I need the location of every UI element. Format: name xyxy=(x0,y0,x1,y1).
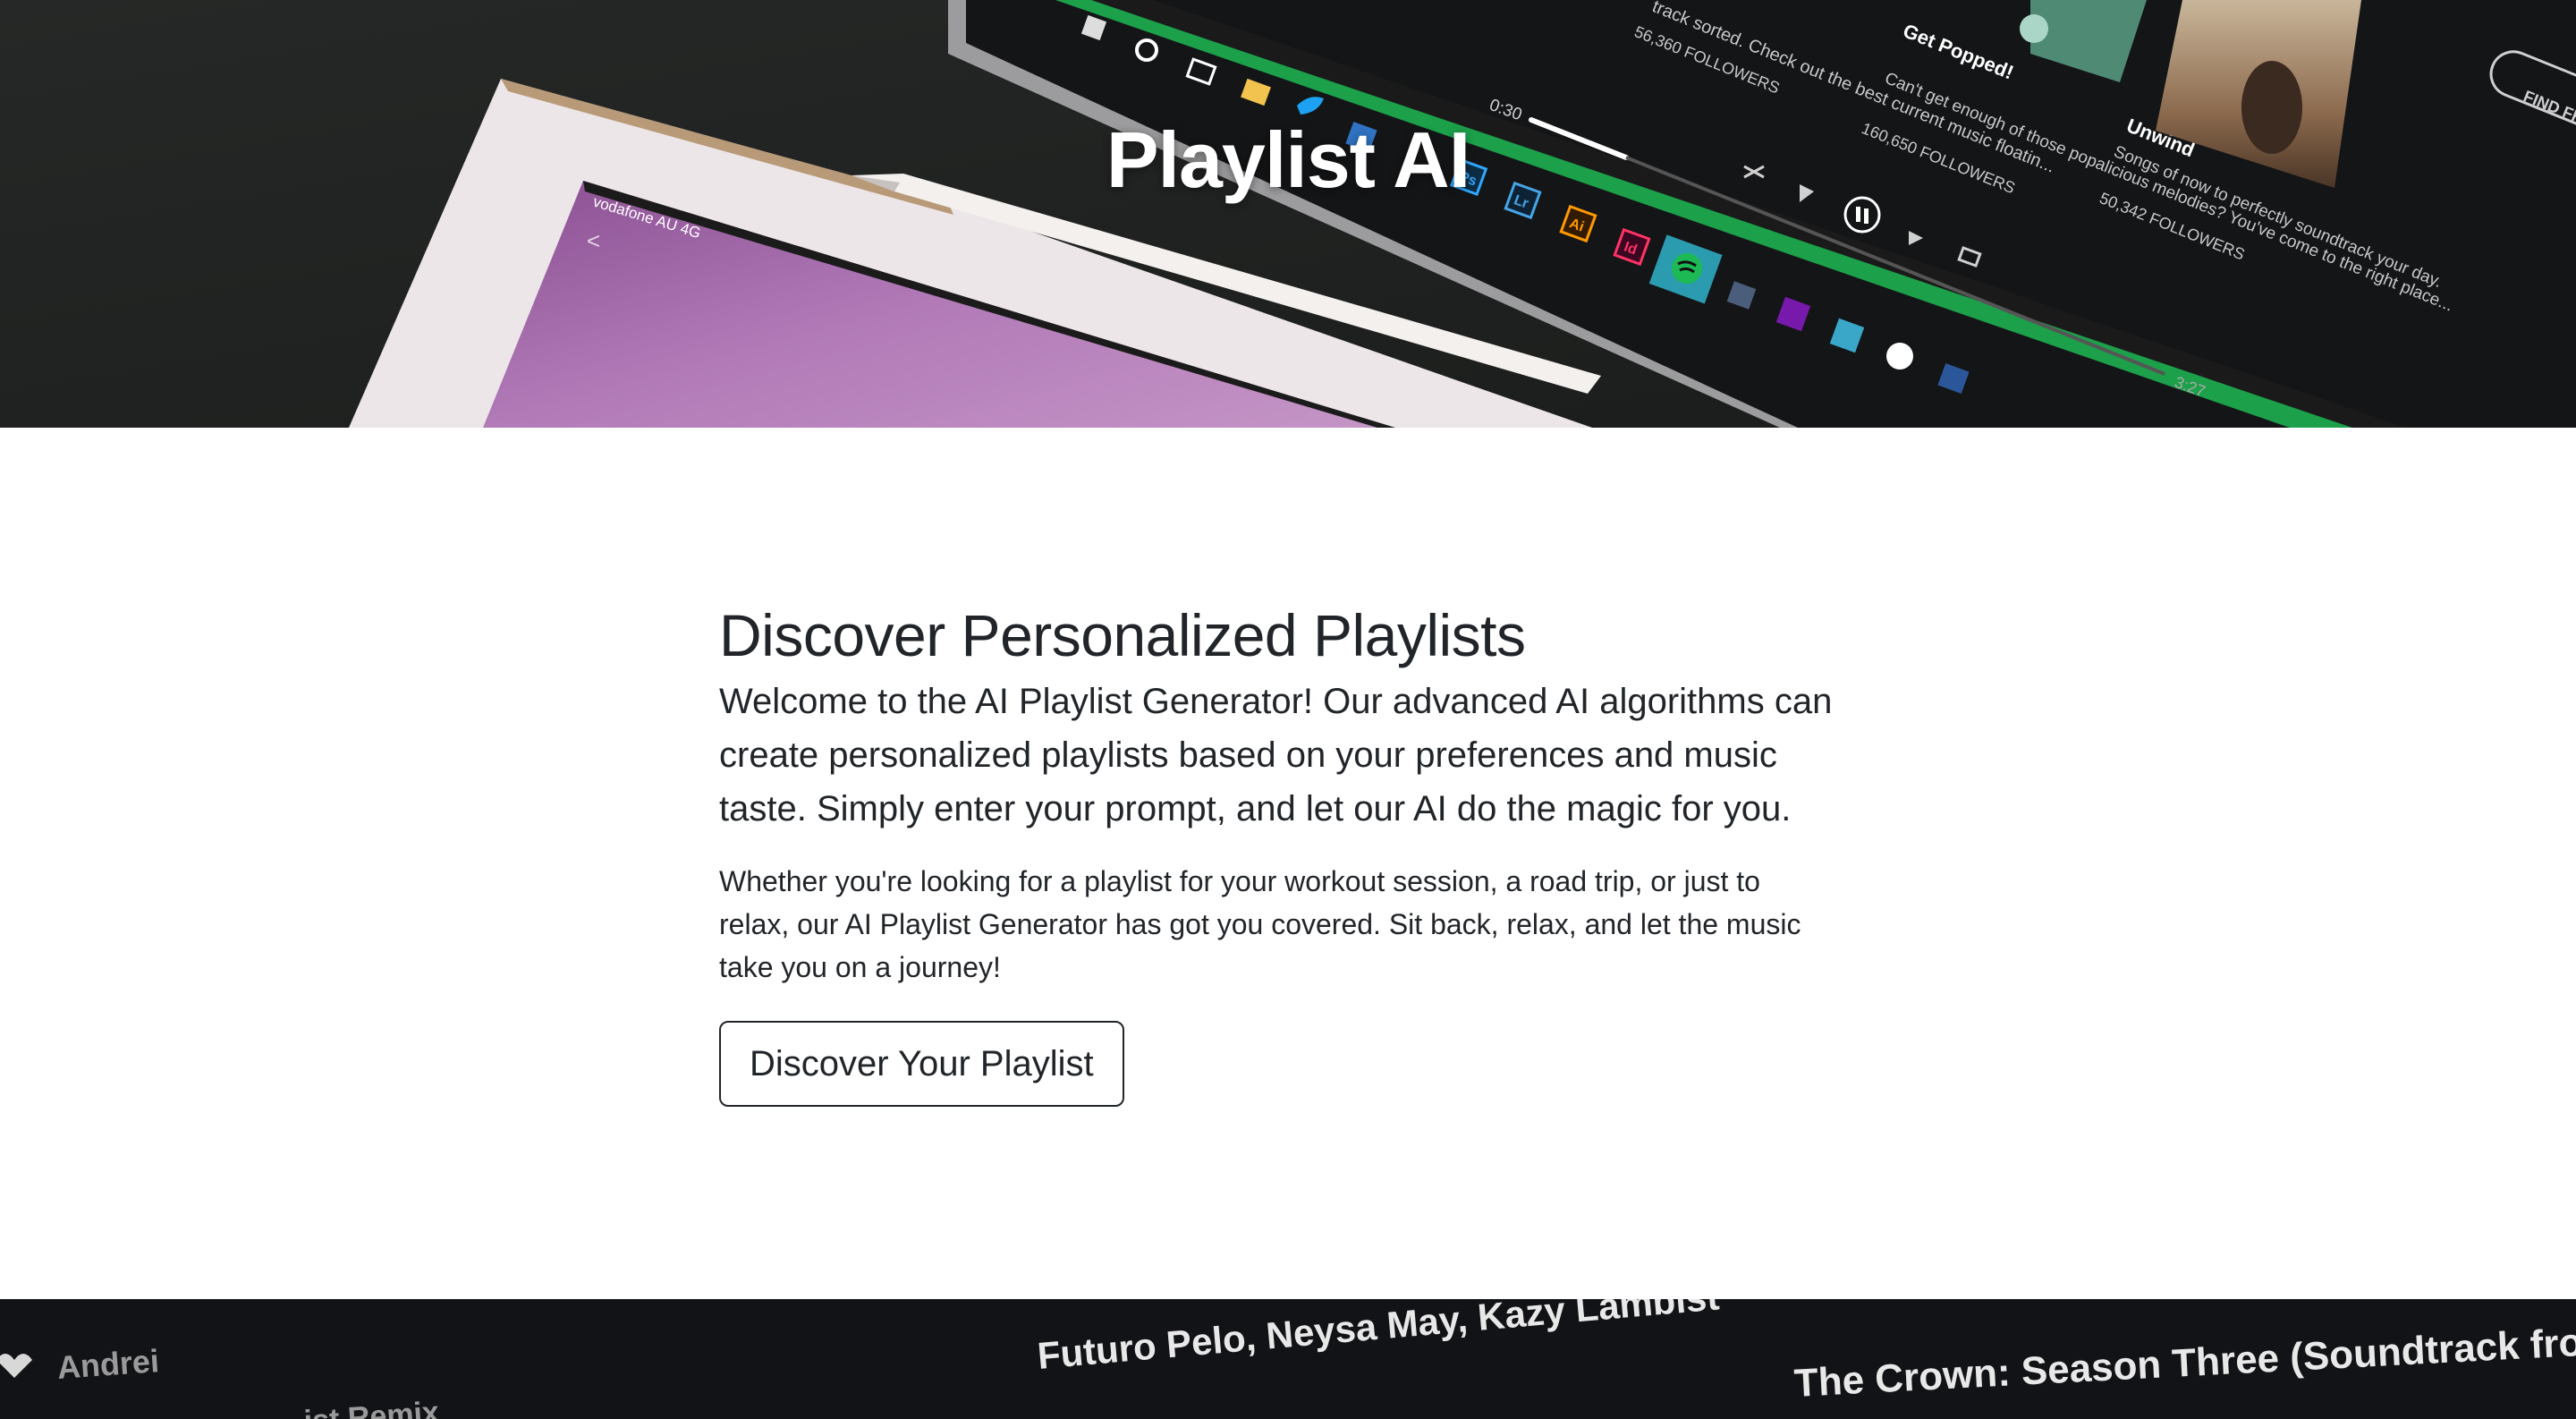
tablet-back-icon: < xyxy=(587,227,600,254)
page-title: Playlist AI xyxy=(1106,115,1470,204)
section-heading: Discover Personalized Playlists xyxy=(719,602,1526,668)
banner-artist-andrei: Andrei xyxy=(55,1342,161,1386)
lead-paragraph: Welcome to the AI Playlist Generator! Ou… xyxy=(719,682,1833,828)
body-paragraph: Whether you're looking for a playlist fo… xyxy=(719,865,1801,983)
hero-banner: vodafone AU 4G < Ps Lr Ai Id 0:30 3:27 t… xyxy=(0,0,2576,428)
intro-section: Discover Personalized Playlists Welcome … xyxy=(719,598,1864,1107)
footer-banner: Andrei ist Remix Futuro Pelo, Neysa May,… xyxy=(0,1299,2576,1419)
hero-background-photo: vodafone AU 4G < Ps Lr Ai Id 0:30 3:27 t… xyxy=(0,0,2576,428)
info-icon xyxy=(1886,343,1913,370)
discover-playlist-button[interactable]: Discover Your Playlist xyxy=(719,1021,1124,1107)
